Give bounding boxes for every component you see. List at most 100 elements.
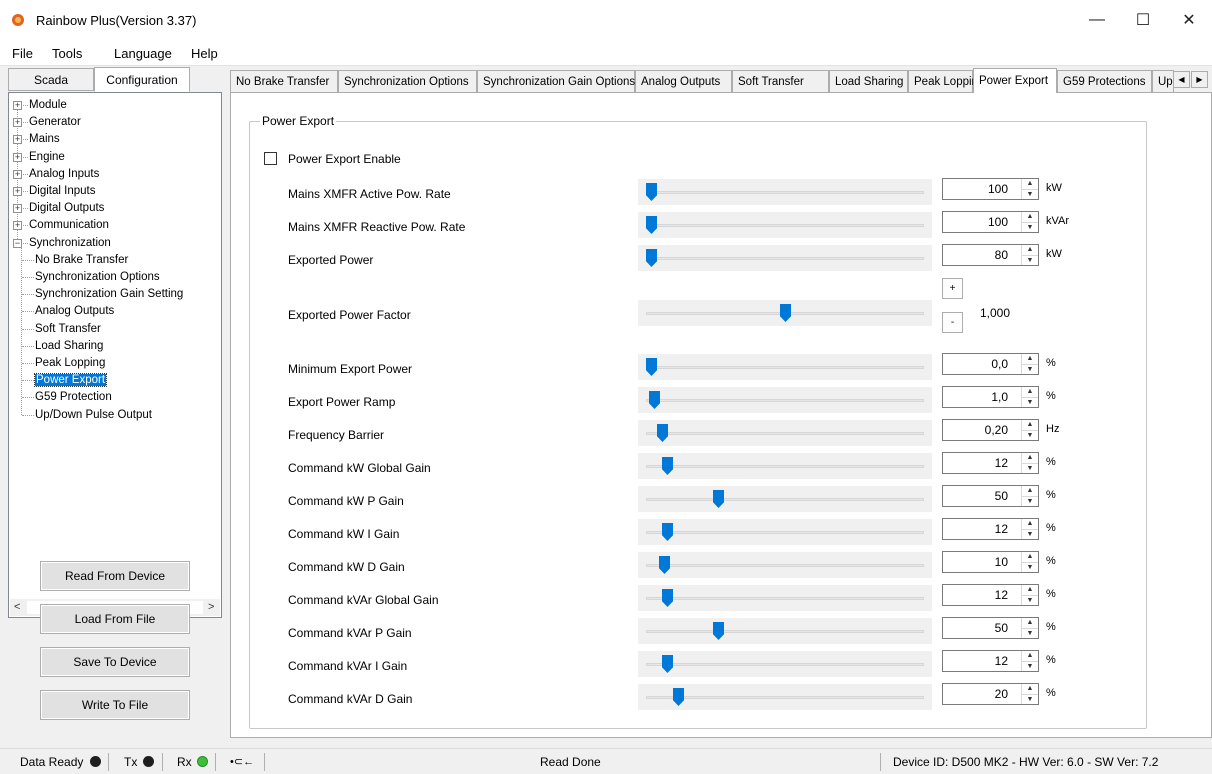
slider-thumb[interactable]: [713, 490, 724, 508]
expand-toggle-icon[interactable]: +: [13, 135, 22, 145]
expand-toggle-icon[interactable]: +: [13, 221, 22, 231]
command-kw-global-gain-input[interactable]: 12 ▲ ▼: [942, 452, 1039, 474]
spinner-arrows[interactable]: ▲ ▼: [1021, 618, 1038, 638]
mains-xmfr-reactive-pow-rate-slider[interactable]: [638, 212, 932, 238]
tab-analog-outputs[interactable]: Analog Outputs: [635, 70, 732, 92]
tree-item-engine[interactable]: Engine: [29, 149, 65, 166]
tree-item-digital-outputs[interactable]: Digital Outputs: [29, 200, 104, 217]
spinner-arrows[interactable]: ▲ ▼: [1021, 651, 1038, 671]
export-power-ramp-input[interactable]: 1,0 ▲ ▼: [942, 386, 1039, 408]
slider-thumb[interactable]: [662, 655, 673, 673]
slider-thumb[interactable]: [662, 457, 673, 475]
tree-item-analog-outputs[interactable]: Analog Outputs: [35, 303, 114, 320]
tree-item-power-export[interactable]: Power Export: [33, 372, 108, 389]
spinner-arrows[interactable]: ▲ ▼: [1021, 552, 1038, 572]
write-to-file-button[interactable]: Write To File: [40, 690, 190, 720]
spin-down-icon[interactable]: ▼: [1022, 364, 1038, 374]
scroll-right-icon[interactable]: >: [208, 601, 214, 613]
spin-up-icon[interactable]: ▲: [1022, 486, 1038, 496]
tree-item-communication[interactable]: Communication: [29, 217, 109, 234]
command-kw-d-gain-input[interactable]: 10 ▲ ▼: [942, 551, 1039, 573]
tab-no-brake-transfer[interactable]: No Brake Transfer: [230, 70, 338, 92]
exported-power-input[interactable]: 80 ▲ ▼: [942, 244, 1039, 266]
spin-down-icon[interactable]: ▼: [1022, 661, 1038, 671]
spinner-arrows[interactable]: ▲ ▼: [1021, 245, 1038, 265]
expand-toggle-icon[interactable]: +: [13, 152, 22, 162]
tab-scroll-left-icon[interactable]: ◀: [1173, 71, 1190, 88]
command-kvar-d-gain-slider[interactable]: [638, 684, 932, 710]
tab-configuration[interactable]: Configuration: [94, 67, 190, 92]
expand-toggle-icon[interactable]: +: [13, 169, 22, 179]
menu-file[interactable]: File: [12, 46, 33, 61]
tree-item-analog-inputs[interactable]: Analog Inputs: [29, 166, 99, 183]
tree-item-synchronization-gain-setting[interactable]: Synchronization Gain Setting: [35, 286, 183, 303]
tree-item-up-down-pulse-output[interactable]: Up/Down Pulse Output: [35, 407, 152, 424]
spin-down-icon[interactable]: ▼: [1022, 529, 1038, 539]
power-factor-plus-button[interactable]: +: [942, 278, 963, 299]
spin-up-icon[interactable]: ▲: [1022, 387, 1038, 397]
spin-up-icon[interactable]: ▲: [1022, 684, 1038, 694]
minimum-export-power-slider[interactable]: [638, 354, 932, 380]
spin-up-icon[interactable]: ▲: [1022, 552, 1038, 562]
menu-help[interactable]: Help: [191, 46, 218, 61]
spinner-arrows[interactable]: ▲ ▼: [1021, 519, 1038, 539]
spin-up-icon[interactable]: ▲: [1022, 651, 1038, 661]
spin-up-icon[interactable]: ▲: [1022, 354, 1038, 364]
mains-xmfr-reactive-pow-rate-input[interactable]: 100 ▲ ▼: [942, 211, 1039, 233]
tree-item-synchronization-options[interactable]: Synchronization Options: [35, 269, 160, 286]
command-kw-global-gain-slider[interactable]: [638, 453, 932, 479]
spin-down-icon[interactable]: ▼: [1022, 430, 1038, 440]
tab-scroll-right-icon[interactable]: ▶: [1191, 71, 1208, 88]
command-kvar-i-gain-slider[interactable]: [638, 651, 932, 677]
spin-down-icon[interactable]: ▼: [1022, 255, 1038, 265]
spin-down-icon[interactable]: ▼: [1022, 496, 1038, 506]
slider-thumb[interactable]: [649, 391, 660, 409]
expand-toggle-icon[interactable]: +: [13, 187, 22, 196]
command-kvar-i-gain-input[interactable]: 12 ▲ ▼: [942, 650, 1039, 672]
tree-item-g59-protection[interactable]: G59 Protection: [35, 389, 112, 406]
slider-thumb[interactable]: [657, 424, 668, 442]
frequency-barrier-input[interactable]: 0,20 ▲ ▼: [942, 419, 1039, 441]
menu-tools[interactable]: Tools: [52, 46, 82, 61]
spin-up-icon[interactable]: ▲: [1022, 212, 1038, 222]
tab-power-export[interactable]: Power Export: [973, 68, 1057, 93]
expand-toggle-icon[interactable]: +: [13, 101, 22, 110]
tab-peak-lopping[interactable]: Peak Lopping: [908, 70, 984, 92]
slider-thumb[interactable]: [646, 358, 657, 376]
slider-thumb[interactable]: [646, 249, 657, 267]
save-to-device-button[interactable]: Save To Device: [40, 647, 190, 677]
expand-toggle-icon[interactable]: +: [13, 118, 22, 128]
spinner-arrows[interactable]: ▲ ▼: [1021, 354, 1038, 374]
spinner-arrows[interactable]: ▲ ▼: [1021, 585, 1038, 605]
slider-thumb[interactable]: [646, 216, 657, 234]
tree-item-load-sharing[interactable]: Load Sharing: [35, 338, 103, 355]
spin-up-icon[interactable]: ▲: [1022, 245, 1038, 255]
tab-synchronization-options[interactable]: Synchronization Options: [338, 70, 477, 92]
frequency-barrier-slider[interactable]: [638, 420, 932, 446]
spin-down-icon[interactable]: ▼: [1022, 222, 1038, 232]
spin-down-icon[interactable]: ▼: [1022, 397, 1038, 407]
command-kvar-p-gain-input[interactable]: 50 ▲ ▼: [942, 617, 1039, 639]
spin-down-icon[interactable]: ▼: [1022, 628, 1038, 638]
export-power-ramp-slider[interactable]: [638, 387, 932, 413]
command-kvar-d-gain-input[interactable]: 20 ▲ ▼: [942, 683, 1039, 705]
tree-item-digital-inputs[interactable]: Digital Inputs: [29, 183, 95, 200]
tree-item-mains[interactable]: Mains: [29, 131, 60, 148]
spinner-arrows[interactable]: ▲ ▼: [1021, 420, 1038, 440]
tab-synchronization-gain-options[interactable]: Synchronization Gain Options: [477, 70, 635, 92]
slider-thumb[interactable]: [780, 304, 791, 322]
spinner-arrows[interactable]: ▲ ▼: [1021, 179, 1038, 199]
command-kvar-global-gain-input[interactable]: 12 ▲ ▼: [942, 584, 1039, 606]
slider-thumb[interactable]: [659, 556, 670, 574]
spinner-arrows[interactable]: ▲ ▼: [1021, 453, 1038, 473]
command-kw-p-gain-input[interactable]: 50 ▲ ▼: [942, 485, 1039, 507]
spin-down-icon[interactable]: ▼: [1022, 562, 1038, 572]
spin-up-icon[interactable]: ▲: [1022, 519, 1038, 529]
close-button[interactable]: ✕: [1166, 0, 1212, 40]
power-export-enable-checkbox[interactable]: [264, 152, 277, 165]
command-kw-d-gain-slider[interactable]: [638, 552, 932, 578]
tab-load-sharing[interactable]: Load Sharing: [829, 70, 908, 92]
tree-item-synchronization[interactable]: Synchronization: [29, 235, 111, 252]
expand-toggle-icon[interactable]: +: [13, 204, 22, 214]
minimum-export-power-input[interactable]: 0,0 ▲ ▼: [942, 353, 1039, 375]
